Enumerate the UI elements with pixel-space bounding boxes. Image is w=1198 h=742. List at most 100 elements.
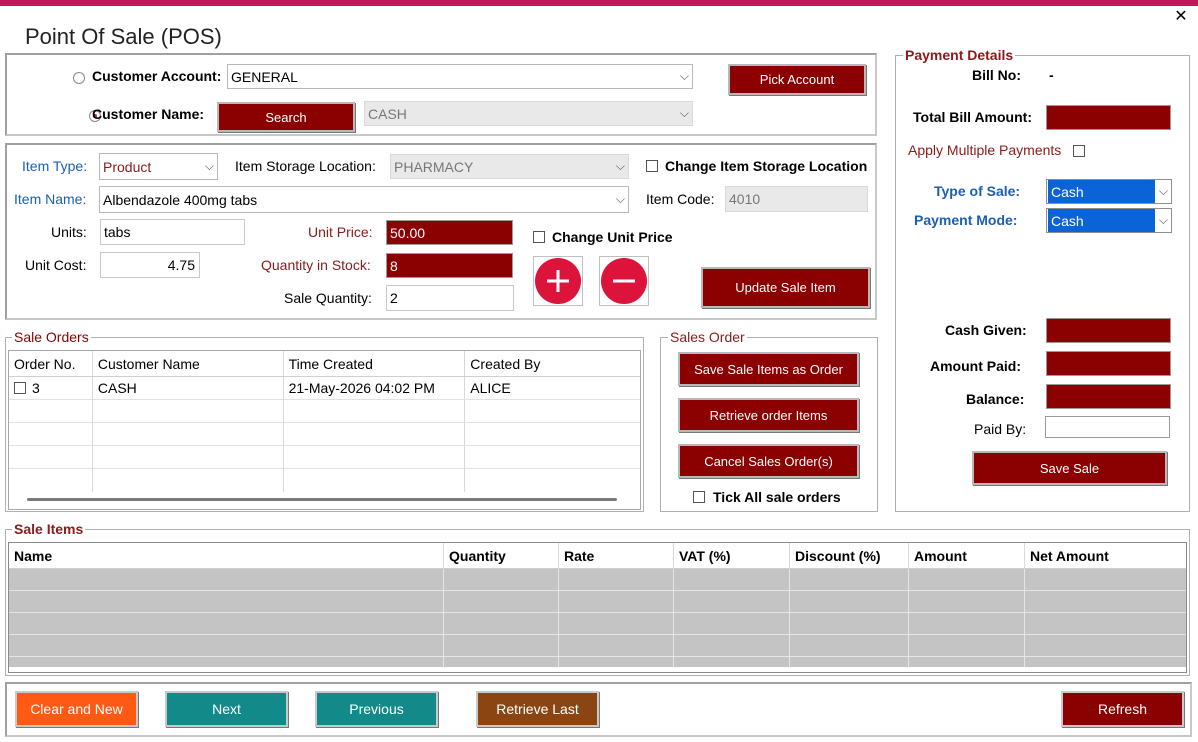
cash-given-field[interactable]	[1046, 318, 1171, 343]
sale-item-row	[9, 635, 1186, 657]
storage-location-select: PHARMACY ⌵	[390, 154, 629, 179]
col-discount: Discount (%)	[790, 543, 909, 568]
save-sale-button[interactable]: Save Sale	[972, 451, 1167, 485]
chevron-down-icon: ⌵	[615, 192, 625, 206]
customer-account-value: GENERAL	[231, 68, 298, 85]
balance-field	[1046, 384, 1171, 409]
storage-location-value: PHARMACY	[394, 158, 474, 175]
refresh-button[interactable]: Refresh	[1061, 691, 1184, 727]
item-type-label: Item Type:	[22, 158, 88, 174]
chevron-down-icon: ⌵	[679, 69, 689, 83]
empty-row	[9, 446, 640, 469]
paid-by-field[interactable]	[1045, 416, 1170, 438]
plus-circle-icon	[535, 258, 581, 304]
unit-price-field[interactable]: 50.00	[386, 220, 513, 245]
col-quantity: Quantity	[444, 543, 559, 568]
unit-price-label: Unit Price:	[308, 224, 373, 240]
minus-circle-icon	[601, 258, 647, 304]
customer-account-radio[interactable]	[73, 72, 85, 84]
chevron-down-icon: ⌵	[1158, 184, 1168, 198]
tick-all-checkbox[interactable]	[693, 491, 705, 503]
retrieve-last-button[interactable]: Retrieve Last	[476, 691, 599, 727]
pick-account-button[interactable]: Pick Account	[728, 64, 866, 95]
units-field[interactable]: tabs	[100, 219, 245, 245]
cancel-sales-orders-button[interactable]: Cancel Sales Order(s)	[678, 444, 859, 478]
payment-mode-label: Payment Mode:	[914, 212, 1018, 228]
order-checkbox[interactable]	[14, 382, 26, 394]
multi-payments-checkbox[interactable]	[1073, 145, 1085, 157]
item-code-field: 4010	[725, 186, 868, 212]
col-created-by: Created By	[470, 355, 541, 372]
type-of-sale-value: Cash	[1048, 180, 1155, 203]
payment-mode-select[interactable]: Cash ⌵	[1046, 208, 1172, 233]
sale-items-grid: Name Quantity Rate VAT (%) Discount (%) …	[8, 542, 1187, 673]
sale-qty-field[interactable]: 2	[386, 285, 514, 311]
unit-cost-field[interactable]: 4.75	[100, 252, 200, 278]
customer-account-label: Customer Account:	[92, 68, 222, 84]
change-price-label: Change Unit Price	[552, 229, 673, 245]
amount-paid-label: Amount Paid:	[930, 358, 1021, 374]
sale-item-row	[9, 569, 1186, 591]
qty-stock-field: 8	[386, 253, 513, 278]
search-customer-button[interactable]: Search	[217, 102, 355, 132]
change-price-checkbox[interactable]	[533, 231, 545, 243]
amount-paid-field	[1046, 351, 1171, 376]
next-button[interactable]: Next	[165, 691, 288, 727]
chevron-down-icon: ⌵	[679, 106, 689, 120]
order-no-value: 3	[32, 380, 40, 396]
horizontal-scrollbar[interactable]	[27, 498, 617, 501]
sale-item-row	[9, 657, 1186, 667]
customer-name-label: Customer Name:	[92, 106, 205, 122]
col-amount: Amount	[909, 543, 1025, 568]
type-of-sale-select[interactable]: Cash ⌵	[1046, 179, 1172, 204]
payment-mode-value: Cash	[1048, 209, 1155, 232]
time-cell: 21-May-2026 04:02 PM	[284, 377, 466, 399]
decrease-qty-button[interactable]	[599, 256, 649, 306]
item-name-select[interactable]: Albendazole 400mg tabs ⌵	[99, 186, 629, 213]
window-top-bar	[0, 0, 1198, 6]
customer-name-value: CASH	[368, 105, 407, 122]
sale-item-row	[9, 591, 1186, 613]
col-name: Name	[9, 543, 444, 568]
clear-and-new-button[interactable]: Clear and New	[15, 691, 138, 727]
multi-payments-label: Apply Multiple Payments	[908, 142, 1062, 158]
total-bill-label: Total Bill Amount:	[913, 109, 1032, 125]
payment-details-title: Payment Details	[903, 47, 1016, 63]
close-icon[interactable]: ✕	[1170, 6, 1192, 28]
col-vat: VAT (%)	[674, 543, 790, 568]
col-rate: Rate	[559, 543, 674, 568]
change-storage-checkbox[interactable]	[646, 160, 658, 172]
chevron-down-icon: ⌵	[1158, 213, 1168, 227]
save-as-order-button[interactable]: Save Sale Items as Order	[678, 352, 859, 386]
chevron-down-icon: ⌵	[615, 159, 625, 173]
empty-row	[9, 423, 640, 446]
customer-account-select[interactable]: GENERAL ⌵	[227, 64, 693, 89]
item-name-value: Albendazole 400mg tabs	[103, 191, 258, 208]
customer-name-select: CASH ⌵	[364, 101, 693, 126]
order-no-cell: 3	[9, 377, 93, 399]
sale-items-title: Sale Items	[12, 521, 86, 537]
balance-label: Balance:	[966, 391, 1025, 407]
col-time-created: Time Created	[284, 351, 466, 376]
increase-qty-button[interactable]	[533, 256, 583, 306]
sale-qty-label: Sale Quantity:	[284, 290, 372, 306]
item-code-label: Item Code:	[646, 191, 715, 207]
sale-orders-title: Sale Orders	[12, 329, 91, 345]
storage-location-label: Item Storage Location:	[235, 158, 376, 174]
item-type-value: Product	[103, 158, 152, 175]
customer-cell: CASH	[93, 377, 284, 399]
paid-by-label: Paid By:	[974, 421, 1027, 437]
update-sale-item-button[interactable]: Update Sale Item	[701, 267, 870, 308]
qty-stock-label: Quantity in Stock:	[261, 257, 371, 273]
previous-button[interactable]: Previous	[315, 691, 438, 727]
chevron-down-icon: ⌵	[204, 159, 214, 173]
retrieve-order-items-button[interactable]: Retrieve order Items	[678, 398, 859, 432]
bill-no-label: Bill No:	[972, 67, 1021, 83]
col-net-amount: Net Amount	[1030, 547, 1109, 564]
item-type-select[interactable]: Product ⌵	[99, 153, 218, 180]
change-storage-label: Change Item Storage Location	[665, 158, 868, 174]
table-row[interactable]: 3 CASH 21-May-2026 04:02 PM ALICE	[9, 377, 640, 400]
sale-orders-grid: Order No. Customer Name Time Created Cre…	[8, 350, 641, 510]
sales-order-title: Sales Order	[668, 329, 747, 345]
item-name-label: Item Name:	[14, 191, 87, 207]
